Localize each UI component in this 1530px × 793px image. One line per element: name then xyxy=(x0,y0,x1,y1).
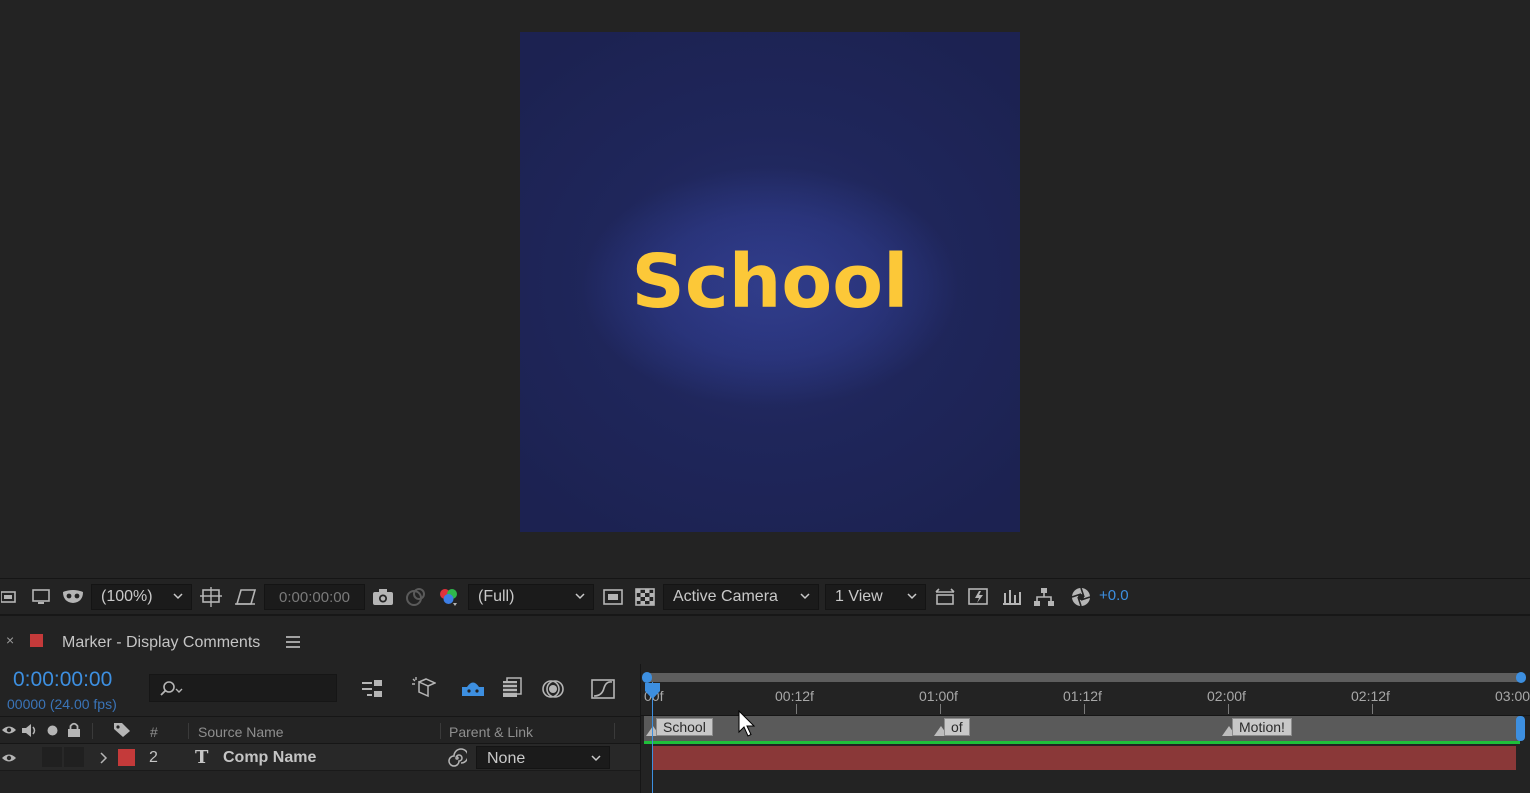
flowchart-icon[interactable] xyxy=(1031,585,1057,609)
layer-index: 2 xyxy=(149,749,158,766)
composition-viewer[interactable]: School xyxy=(0,0,1530,578)
toggle-pixel-aspect-icon[interactable] xyxy=(932,585,958,609)
ruler-label: 03:00 xyxy=(1495,688,1530,704)
viewer-toolbar: (100%) 0:00:00:00 (Full) Active Camera 1… xyxy=(0,578,1530,614)
search-icon xyxy=(160,681,183,696)
exposure-value[interactable]: +0.0 xyxy=(1099,587,1129,604)
comp-marker-row[interactable]: School of Motion! xyxy=(644,716,1520,741)
timeline-panel: × Marker - Display Comments 0:00:00:00 0… xyxy=(0,614,1530,793)
shy-layers-icon[interactable] xyxy=(460,676,486,702)
label-tag-icon[interactable] xyxy=(113,722,131,738)
timeline-time-area[interactable]: 00f 00:12f 01:00f 01:12f 02:00f 02:12f 0… xyxy=(640,664,1530,793)
source-name-column-header[interactable]: Source Name xyxy=(198,724,284,740)
ruler-tick xyxy=(1372,704,1373,714)
column-separator xyxy=(188,723,189,739)
parent-value: None xyxy=(487,750,526,767)
ruler-tick xyxy=(1084,704,1085,714)
motion-blur-icon[interactable] xyxy=(540,676,566,702)
view-camera-value: Active Camera xyxy=(673,588,778,605)
expand-chevron-icon[interactable] xyxy=(99,752,109,764)
region-of-interest-icon[interactable] xyxy=(232,585,258,609)
ruler-label: 00:12f xyxy=(775,688,814,704)
close-icon[interactable]: × xyxy=(6,633,16,647)
layer-solo-switch[interactable] xyxy=(42,747,62,767)
visibility-icon[interactable] xyxy=(1,724,17,736)
chevron-down-icon xyxy=(173,593,183,600)
current-time-field[interactable]: 0:00:00:00 xyxy=(264,584,365,610)
frame-blending-icon[interactable] xyxy=(500,676,526,702)
work-area-bar[interactable] xyxy=(645,673,1521,682)
timeline-tab-title[interactable]: Marker - Display Comments xyxy=(62,634,260,652)
chevron-down-icon xyxy=(800,593,810,600)
panel-menu-icon[interactable] xyxy=(286,636,300,648)
view-layout-dropdown[interactable]: 1 View xyxy=(825,584,926,610)
canvas-text-layer[interactable]: School xyxy=(520,239,1020,325)
timeline-icon[interactable] xyxy=(999,585,1025,609)
column-separator xyxy=(440,723,441,739)
chevron-down-icon xyxy=(907,593,917,600)
show-snapshot-icon[interactable] xyxy=(404,585,428,609)
ruler-label: 02:00f xyxy=(1207,688,1246,704)
ruler-tick xyxy=(1228,704,1229,714)
parent-link-column-header[interactable]: Parent & Link xyxy=(449,724,533,740)
ruler-label: 02:12f xyxy=(1351,688,1390,704)
ruler-label: 01:00f xyxy=(919,688,958,704)
fast-previews-icon[interactable] xyxy=(600,585,626,609)
chevron-down-icon xyxy=(575,593,585,600)
chevron-down-icon xyxy=(591,755,601,762)
render-progress-bar xyxy=(644,741,1520,744)
lock-icon[interactable] xyxy=(67,722,81,738)
color-channels-icon[interactable] xyxy=(436,585,462,609)
marker-comment[interactable]: Motion! xyxy=(1232,718,1292,736)
view-layout-value: 1 View xyxy=(835,588,883,605)
number-column-header[interactable]: # xyxy=(150,724,158,740)
layer-visibility-icon[interactable] xyxy=(1,752,17,764)
layer-lock-switch[interactable] xyxy=(64,747,84,767)
column-separator xyxy=(614,723,615,739)
mouse-cursor-icon xyxy=(738,710,756,737)
fast-preview-toggle-icon[interactable] xyxy=(965,585,993,609)
column-separator xyxy=(92,723,93,739)
transparency-grid-toggle-icon[interactable] xyxy=(632,585,658,609)
layer-label-color[interactable] xyxy=(118,749,135,766)
magnification-value: (100%) xyxy=(101,588,153,605)
comp-color-swatch xyxy=(30,634,43,647)
reset-exposure-icon[interactable] xyxy=(1068,585,1094,609)
mask-icon[interactable] xyxy=(60,585,86,609)
layer-column-header: # Source Name Parent & Link xyxy=(0,716,640,744)
ruler-label: 01:12f xyxy=(1063,688,1102,704)
composition-canvas[interactable]: School xyxy=(520,32,1020,532)
layer-name[interactable]: Comp Name xyxy=(223,749,316,767)
solo-icon[interactable] xyxy=(47,725,58,736)
always-preview-icon[interactable] xyxy=(0,585,20,609)
comp-flowchart-icon[interactable] xyxy=(360,676,386,702)
draft-3d-icon[interactable] xyxy=(410,676,437,702)
magnification-dropdown[interactable]: (100%) xyxy=(91,584,192,610)
ruler-tick xyxy=(796,704,797,714)
layer-search-input[interactable] xyxy=(149,674,337,702)
frame-info: 00000 (24.00 fps) xyxy=(7,696,117,712)
layer-row[interactable]: 2 T Comp Name None xyxy=(0,744,640,771)
pick-whip-icon[interactable] xyxy=(447,748,467,768)
snapshot-icon[interactable] xyxy=(370,585,396,609)
resolution-value: (Full) xyxy=(478,588,515,605)
text-layer-type-icon: T xyxy=(195,747,209,768)
audio-icon[interactable] xyxy=(21,723,39,738)
work-area-end-handle[interactable] xyxy=(1516,672,1526,683)
parent-dropdown[interactable]: None xyxy=(476,746,610,769)
view-camera-dropdown[interactable]: Active Camera xyxy=(663,584,819,610)
resolution-dropdown[interactable]: (Full) xyxy=(468,584,594,610)
marker-comment[interactable]: of xyxy=(944,718,970,736)
ruler-tick xyxy=(940,704,941,714)
layer-duration-bar[interactable] xyxy=(652,746,1516,770)
monitor-icon[interactable] xyxy=(30,585,52,609)
current-timecode[interactable]: 0:00:00:00 xyxy=(13,668,112,692)
marker-comment[interactable]: School xyxy=(656,718,713,736)
graph-editor-icon[interactable] xyxy=(590,676,616,702)
marker-row-end-handle[interactable] xyxy=(1516,716,1525,741)
resolution-grid-icon[interactable] xyxy=(199,585,223,609)
playhead-line[interactable] xyxy=(652,682,653,793)
